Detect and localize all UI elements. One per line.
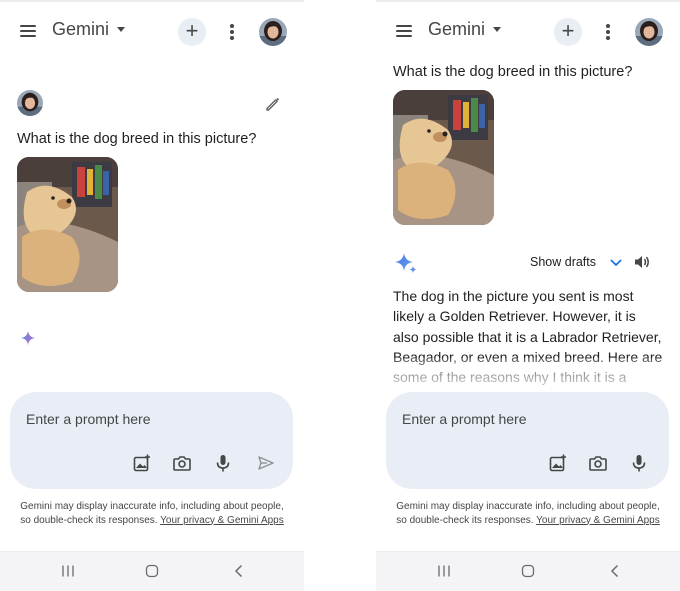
caret-down-icon	[493, 27, 502, 32]
camera-icon[interactable]	[588, 453, 608, 473]
camera-icon[interactable]	[172, 453, 192, 473]
home-icon[interactable]	[521, 564, 535, 578]
status-divider	[376, 0, 680, 2]
mic-icon[interactable]	[629, 453, 649, 473]
user-question: What is the dog breed in this picture?	[17, 131, 257, 147]
privacy-link[interactable]: Your privacy & Gemini Apps	[160, 515, 284, 526]
status-divider	[0, 0, 304, 2]
new-chat-button[interactable]: +	[554, 18, 582, 46]
app-title: Gemini	[428, 19, 486, 39]
app-bar: Gemini +	[376, 14, 680, 50]
back-icon[interactable]	[608, 564, 622, 578]
home-icon[interactable]	[145, 564, 159, 578]
speaker-icon[interactable]	[633, 253, 651, 271]
dog-photo	[393, 90, 494, 225]
app-bar: Gemini +	[0, 14, 304, 50]
user-avatar	[17, 90, 43, 116]
mic-icon[interactable]	[213, 453, 233, 473]
system-nav-bar	[0, 551, 304, 591]
pencil-icon[interactable]	[264, 95, 282, 113]
chevron-down-icon[interactable]	[608, 254, 624, 270]
send-icon[interactable]	[256, 453, 276, 473]
user-question: What is the dog breed in this picture?	[393, 64, 633, 80]
recents-icon[interactable]	[61, 564, 75, 578]
more-vert-icon[interactable]	[224, 22, 240, 42]
menu-icon[interactable]	[17, 22, 39, 42]
prompt-input[interactable]	[26, 409, 266, 429]
back-icon[interactable]	[232, 564, 246, 578]
add-image-icon[interactable]	[548, 453, 568, 473]
recents-icon[interactable]	[437, 564, 451, 578]
plus-icon: +	[561, 18, 575, 43]
new-chat-button[interactable]: +	[178, 18, 206, 46]
prompt-composer	[10, 392, 293, 489]
prompt-input[interactable]	[402, 409, 642, 429]
profile-avatar[interactable]	[635, 18, 663, 46]
plus-icon: +	[185, 18, 199, 43]
model-switcher[interactable]: Gemini	[428, 19, 502, 40]
prompt-composer	[386, 392, 669, 489]
phone-screen-response: Gemini + What is the dog breed in this p…	[376, 0, 680, 591]
phone-screen-initial: Gemini + What is the dog breed in this p…	[0, 0, 304, 591]
privacy-link[interactable]: Your privacy & Gemini Apps	[536, 515, 660, 526]
caret-down-icon	[117, 27, 126, 32]
app-title: Gemini	[52, 19, 110, 39]
show-drafts-button[interactable]: Show drafts	[530, 255, 596, 269]
gemini-spark-icon	[395, 253, 417, 273]
disclaimer: Gemini may display inaccurate info, incl…	[390, 500, 666, 527]
menu-icon[interactable]	[393, 22, 415, 42]
add-image-icon[interactable]	[132, 453, 152, 473]
disclaimer: Gemini may display inaccurate info, incl…	[14, 500, 290, 527]
gemini-spark-icon	[20, 330, 36, 346]
system-nav-bar	[376, 551, 680, 591]
model-switcher[interactable]: Gemini	[52, 19, 126, 40]
response-fade	[376, 358, 680, 392]
dog-photo	[17, 157, 118, 292]
profile-avatar[interactable]	[259, 18, 287, 46]
more-vert-icon[interactable]	[600, 22, 616, 42]
